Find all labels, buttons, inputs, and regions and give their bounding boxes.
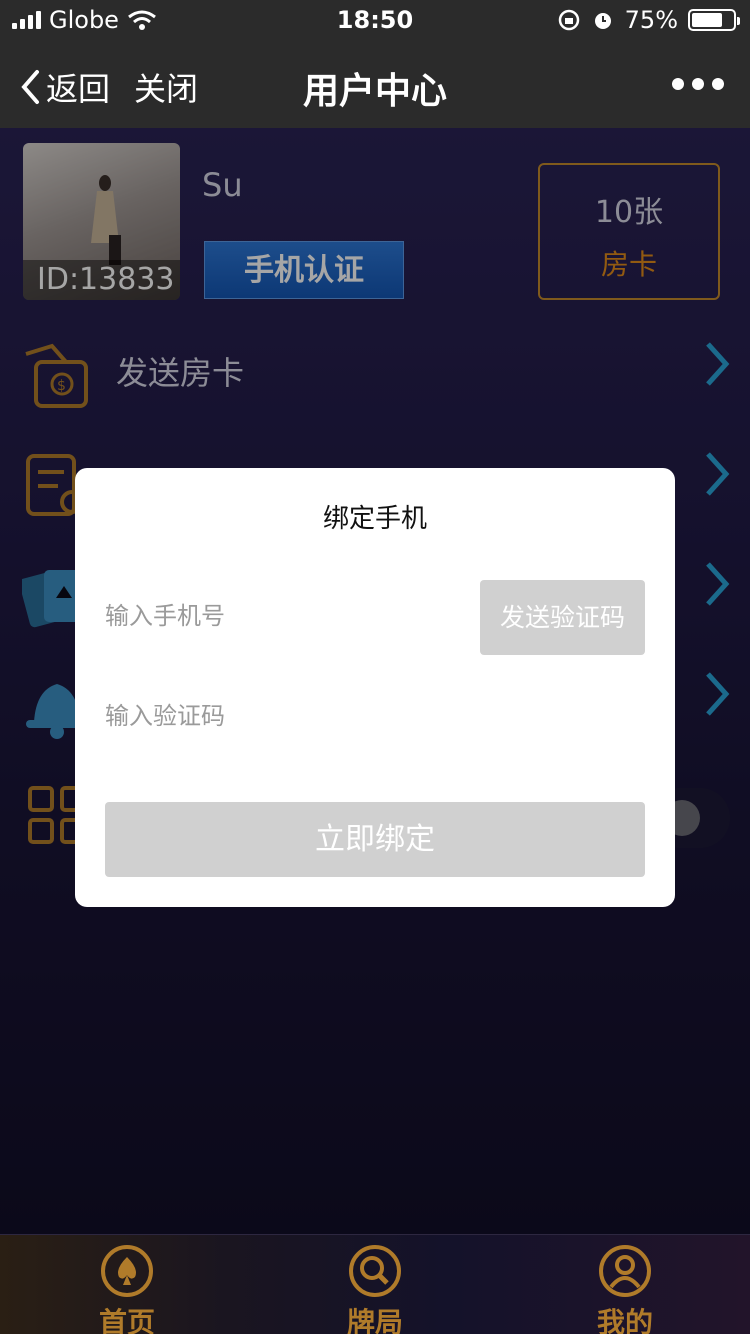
tab-games[interactable]: 牌局: [300, 1243, 450, 1334]
page-title: 用户中心: [302, 71, 447, 112]
phone-number-input[interactable]: [105, 588, 465, 644]
dot-icon: [712, 78, 724, 90]
spade-icon: [101, 1245, 153, 1297]
bind-phone-dialog: 绑定手机 发送验证码 立即绑定: [75, 468, 675, 907]
tab-home[interactable]: 首页: [52, 1243, 202, 1334]
status-bar: Globe 18:50 75%: [0, 0, 750, 40]
tab-mine[interactable]: 我的: [550, 1243, 700, 1334]
user-icon: [599, 1245, 651, 1297]
more-options-button[interactable]: [672, 78, 724, 90]
send-code-button[interactable]: 发送验证码: [480, 580, 645, 655]
nav-bar: 返回 关闭 用户中心: [0, 40, 750, 128]
dot-icon: [672, 78, 684, 90]
tab-label: 牌局: [346, 1306, 403, 1334]
bottom-tab-bar: 首页 牌局 我的: [0, 1234, 750, 1334]
verification-code-input[interactable]: [105, 688, 465, 744]
battery-icon: [688, 9, 740, 31]
bind-now-button[interactable]: 立即绑定: [105, 802, 645, 877]
rotation-lock-icon: [558, 9, 579, 31]
dot-icon: [692, 78, 704, 90]
tab-label: 我的: [596, 1306, 653, 1334]
dialog-title: 绑定手机: [322, 504, 427, 534]
alarm-icon: [594, 13, 611, 29]
magnifier-icon: [349, 1245, 401, 1297]
tab-label: 首页: [98, 1306, 155, 1334]
status-right: 75%: [557, 6, 740, 34]
battery-percent: 75%: [624, 6, 678, 34]
